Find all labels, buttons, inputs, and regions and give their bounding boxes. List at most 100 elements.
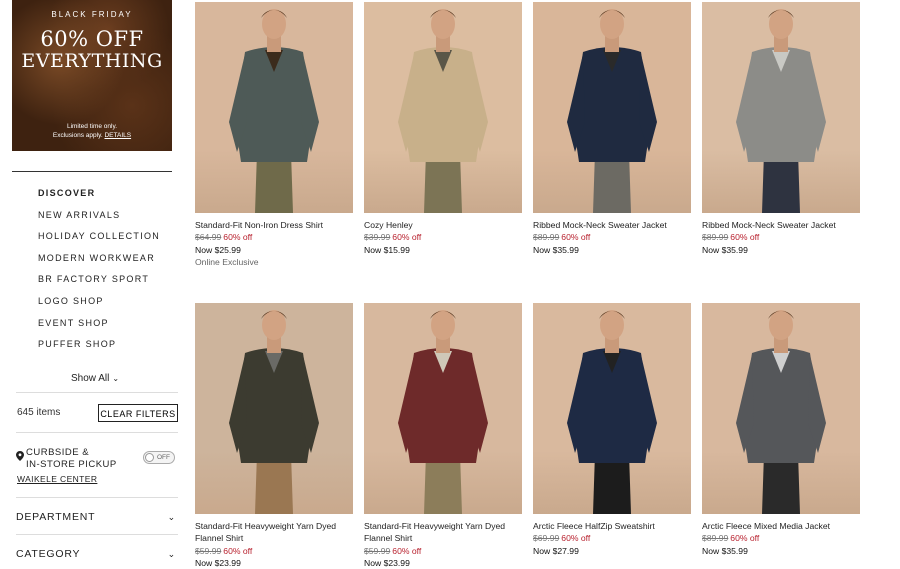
product-info: Arctic Fleece Mixed Media Jacket $89.99 6…	[702, 520, 860, 557]
product-card[interactable]: Standard-Fit Heavyweight Yarn Dyed Flann…	[195, 303, 353, 569]
toggle-state-label: OFF	[157, 453, 170, 461]
discount-label: 60% off	[223, 545, 253, 556]
product-name[interactable]: Standard-Fit Non-Iron Dress Shirt	[195, 219, 353, 231]
divider	[16, 392, 178, 393]
product-image[interactable]	[195, 303, 353, 514]
product-name[interactable]: Standard-Fit Heavyweight Yarn Dyed Flann…	[364, 520, 522, 545]
product-info: Cozy Henley $39.99 60% off Now $15.99	[364, 219, 522, 256]
sale-price: Now $35.99	[533, 244, 579, 255]
model-head	[262, 310, 286, 340]
department-facet-label: DEPARTMENT	[16, 511, 96, 523]
nav-item-br-factory-sport[interactable]: BR FACTORY SPORT	[38, 273, 160, 295]
pickup-toggle[interactable]: OFF	[143, 451, 175, 464]
product-info: Standard-Fit Heavyweight Yarn Dyed Flann…	[364, 520, 522, 569]
model-head	[262, 9, 286, 39]
discount-label: 60% off	[730, 232, 760, 243]
original-price: $59.99	[364, 545, 391, 556]
discount-label: 60% off	[392, 545, 422, 556]
product-image[interactable]	[364, 303, 522, 514]
black-friday-promo-banner[interactable]: BLACK FRIDAY 60% OFF EVERYTHING Limited …	[12, 0, 172, 151]
model-figure	[229, 9, 319, 213]
product-card[interactable]: Arctic Fleece Mixed Media Jacket $89.99 6…	[702, 303, 860, 557]
product-name[interactable]: Arctic Fleece HalfZip Sweatshirt	[533, 520, 691, 532]
show-all-label: Show All	[71, 373, 110, 384]
product-card[interactable]: Standard-Fit Non-Iron Dress Shirt $64.99…	[195, 2, 353, 268]
product-card[interactable]: Ribbed Mock-Neck Sweater Jacket $89.99 60…	[702, 2, 860, 256]
product-card[interactable]: Cozy Henley $39.99 60% off Now $15.99	[364, 2, 522, 256]
divider	[16, 432, 178, 433]
sale-price: Now $23.99	[364, 557, 410, 568]
sale-price: Now $27.99	[533, 545, 579, 556]
original-price: $69.99	[533, 533, 560, 544]
sale-price: Now $35.99	[702, 545, 748, 556]
product-name[interactable]: Ribbed Mock-Neck Sweater Jacket	[702, 219, 860, 231]
model-figure	[229, 310, 319, 514]
discover-nav: DISCOVER NEW ARRIVALS HOLIDAY COLLECTION…	[38, 187, 160, 360]
clear-filters-button[interactable]: CLEAR FILTERS	[98, 404, 178, 422]
model-figure	[398, 310, 488, 514]
nav-item-modern-workwear[interactable]: MODERN WORKWEAR	[38, 252, 160, 274]
category-facet-label: CATEGORY	[16, 548, 81, 560]
product-card[interactable]: Arctic Fleece HalfZip Sweatshirt $69.99 6…	[533, 303, 691, 557]
nav-item-event-shop[interactable]: EVENT SHOP	[38, 317, 160, 339]
pickup-label-line2: IN-STORE PICKUP	[26, 459, 117, 470]
original-price: $89.99	[702, 232, 729, 243]
promo-fine-print-line2: Exclusions apply.	[52, 132, 103, 139]
product-info: Ribbed Mock-Neck Sweater Jacket $89.99 60…	[533, 219, 691, 256]
model-head	[600, 9, 624, 39]
model-figure	[736, 310, 826, 514]
model-head	[600, 310, 624, 340]
original-price: $64.99	[195, 232, 222, 243]
model-head	[769, 9, 793, 39]
model-figure	[567, 310, 657, 514]
product-image[interactable]	[702, 2, 860, 213]
product-image[interactable]	[364, 2, 522, 213]
promo-kicker: BLACK FRIDAY	[51, 10, 133, 19]
item-count: 645 items	[17, 407, 61, 418]
nav-item-holiday-collection[interactable]: HOLIDAY COLLECTION	[38, 230, 160, 252]
promo-fine-print-line1: Limited time only.	[66, 123, 118, 130]
discount-label: 60% off	[561, 232, 591, 243]
promo-details-link[interactable]: DETAILS	[104, 132, 131, 139]
pickup-label: CURBSIDE & IN-STORE PICKUP	[26, 447, 117, 471]
product-info: Ribbed Mock-Neck Sweater Jacket $89.99 60…	[702, 219, 860, 256]
sale-price: Now $35.99	[702, 244, 748, 255]
divider	[12, 171, 172, 172]
pickup-label-line1: CURBSIDE &	[26, 447, 90, 458]
product-info: Arctic Fleece HalfZip Sweatshirt $69.99 6…	[533, 520, 691, 557]
discount-label: 60% off	[223, 232, 253, 243]
original-price: $59.99	[195, 545, 222, 556]
product-image[interactable]	[533, 2, 691, 213]
product-info: Standard-Fit Non-Iron Dress Shirt $64.99…	[195, 219, 353, 268]
nav-item-logo-shop[interactable]: LOGO SHOP	[38, 295, 160, 317]
category-facet[interactable]: CATEGORY ⌄	[16, 548, 178, 560]
product-image[interactable]	[195, 2, 353, 213]
product-name[interactable]: Arctic Fleece Mixed Media Jacket	[702, 520, 860, 532]
product-card[interactable]: Standard-Fit Heavyweight Yarn Dyed Flann…	[364, 303, 522, 569]
model-figure	[736, 9, 826, 213]
show-all-link[interactable]: Show All ⌄	[71, 373, 119, 384]
nav-item-new-arrivals[interactable]: NEW ARRIVALS	[38, 209, 160, 231]
original-price: $89.99	[533, 232, 560, 243]
department-facet[interactable]: DEPARTMENT ⌄	[16, 511, 178, 523]
nav-item-puffer-shop[interactable]: PUFFER SHOP	[38, 338, 160, 360]
model-head	[431, 310, 455, 340]
promo-subheadline: EVERYTHING	[21, 50, 163, 72]
product-name[interactable]: Standard-Fit Heavyweight Yarn Dyed Flann…	[195, 520, 353, 545]
nav-heading-discover: DISCOVER	[38, 188, 96, 198]
product-image[interactable]	[702, 303, 860, 514]
divider	[16, 534, 178, 535]
product-name[interactable]: Ribbed Mock-Neck Sweater Jacket	[533, 219, 691, 231]
model-head	[769, 310, 793, 340]
toggle-knob	[145, 453, 154, 462]
product-card[interactable]: Ribbed Mock-Neck Sweater Jacket $89.99 60…	[533, 2, 691, 256]
store-link[interactable]: WAIKELE CENTER	[17, 474, 97, 484]
sale-price: Now $23.99	[195, 557, 241, 568]
discount-label: 60% off	[730, 533, 760, 544]
product-image[interactable]	[533, 303, 691, 514]
product-name[interactable]: Cozy Henley	[364, 219, 522, 231]
model-figure	[567, 9, 657, 213]
original-price: $39.99	[364, 232, 391, 243]
discount-label: 60% off	[392, 232, 422, 243]
model-head	[431, 9, 455, 39]
